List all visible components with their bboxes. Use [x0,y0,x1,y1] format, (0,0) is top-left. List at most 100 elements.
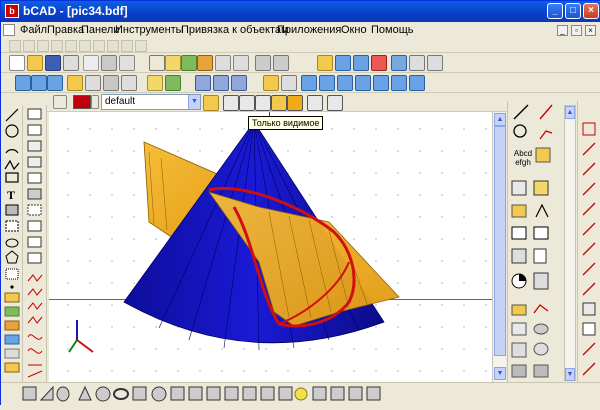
minimize-button[interactable]: _ [547,3,563,19]
layer-tool-icon[interactable] [53,95,67,109]
view-left-icon[interactable] [337,75,353,91]
line-icon [5,108,19,122]
eye-icon[interactable] [85,75,101,91]
mdi-close-button[interactable]: × [585,25,596,36]
menu-snap[interactable]: Привязка к объектам [181,24,289,36]
zoom-realtime-icon[interactable] [31,75,47,91]
view-back-icon[interactable] [373,75,389,91]
document-icon[interactable] [3,24,15,36]
redo-icon[interactable] [273,55,289,71]
view-top-icon[interactable] [319,75,335,91]
mdi-minimize-button[interactable]: _ [557,25,568,36]
light-icon[interactable] [121,75,137,91]
copy-icon[interactable] [119,55,135,71]
app-logo-icon[interactable]: b [5,4,19,18]
hidden-line-icon[interactable] [239,95,255,111]
new-icon[interactable] [9,55,25,71]
snap-grid-icon [582,302,596,316]
snap-tan-icon [582,202,596,216]
scroll-up-icon[interactable]: ▲ [565,106,575,119]
menu-applications[interactable]: Приложения [277,24,341,36]
menu-panels[interactable]: Панели [81,24,119,36]
ortho-icon[interactable] [231,75,247,91]
zoom-previous-icon[interactable] [47,75,63,91]
shaded-icon[interactable] [255,95,271,111]
layer-manager-icon[interactable] [203,95,219,111]
box-primitive-icon [22,386,37,401]
text-tool-label[interactable]: Abcd efgh [510,149,536,167]
color-dropdown-icon[interactable] [91,95,99,109]
drawing-canvas[interactable] [49,112,492,382]
zoom-out-icon[interactable] [353,55,369,71]
scale-icon[interactable] [197,55,213,71]
menu-file[interactable]: Файл [20,24,47,36]
pan-icon[interactable] [317,55,333,71]
light-source-icon [294,387,308,401]
stop-icon[interactable] [371,55,387,71]
preview-icon[interactable] [83,55,99,71]
zoom-all-icon[interactable] [427,55,443,71]
color-swatch[interactable] [73,95,91,109]
chevron-down-icon[interactable]: ▼ [188,95,200,109]
disabled-tool-icon [9,40,21,52]
circle-icon [5,124,19,138]
model-view[interactable] [49,112,492,382]
eraser-icon[interactable] [281,75,297,91]
pencil-icon[interactable] [67,75,83,91]
scroll-thumb[interactable] [494,126,506,356]
zoom-window-icon[interactable] [15,75,31,91]
view-iso-icon[interactable] [355,75,371,91]
angle-icon [535,203,549,218]
menu-help[interactable]: Помощь [371,24,414,36]
vertical-scrollbar[interactable]: ▲ ▼ [492,112,506,382]
screw-icon [533,364,549,378]
zoom-in-icon[interactable] [335,55,351,71]
cut-icon[interactable] [101,55,117,71]
rotate-icon[interactable] [181,55,197,71]
box-icon[interactable] [307,95,323,111]
array-icon [27,188,42,200]
scroll-down-icon[interactable]: ▼ [565,368,575,381]
move-icon[interactable] [165,55,181,71]
chamfer-icon [27,156,42,168]
erase-icon[interactable] [233,55,249,71]
shade-icon [348,386,363,401]
grid-icon[interactable] [195,75,211,91]
maximize-button[interactable]: □ [565,3,581,19]
layer-tool-icon [4,348,20,359]
visible-only-icon[interactable] [271,95,287,111]
settings-icon[interactable] [391,55,407,71]
snap-icon[interactable] [213,75,229,91]
view-right-icon[interactable] [391,75,407,91]
camera-icon[interactable] [103,75,119,91]
mirror-icon[interactable] [215,55,231,71]
snap-palette [577,101,600,382]
polyline-icon [4,159,20,171]
texture-icon [366,386,381,401]
cursor-icon [535,147,551,163]
help-icon[interactable] [409,55,425,71]
open-icon[interactable] [27,55,43,71]
menu-tools[interactable]: Инструменты [115,24,184,36]
app-window: b bCAD - [pic34.bdf] _ □ × Файл Правка П… [0,0,600,406]
save-icon[interactable] [45,55,61,71]
scroll-up-icon[interactable]: ▲ [494,113,506,126]
menu-edit[interactable]: Правка [47,24,84,36]
view-front-icon[interactable] [301,75,317,91]
menu-window[interactable]: Окно [341,24,367,36]
mdi-restore-button[interactable]: ▫ [571,25,582,36]
layer-select[interactable]: default ▼ [101,94,201,110]
layers-icon[interactable] [165,75,181,91]
wireframe-icon[interactable] [223,95,239,111]
scroll-down-icon[interactable]: ▼ [494,367,506,380]
flat-icon[interactable] [287,95,303,111]
close-button[interactable]: × [583,3,599,19]
view-bottom-icon[interactable] [409,75,425,91]
brush-icon[interactable] [263,75,279,91]
print-icon[interactable] [63,55,79,71]
view-icon[interactable] [327,95,343,111]
undo-icon[interactable] [255,55,271,71]
select-icon[interactable] [149,55,165,71]
palette-scrollbar[interactable]: ▲ ▼ [564,105,576,381]
material-icon[interactable] [147,75,163,91]
